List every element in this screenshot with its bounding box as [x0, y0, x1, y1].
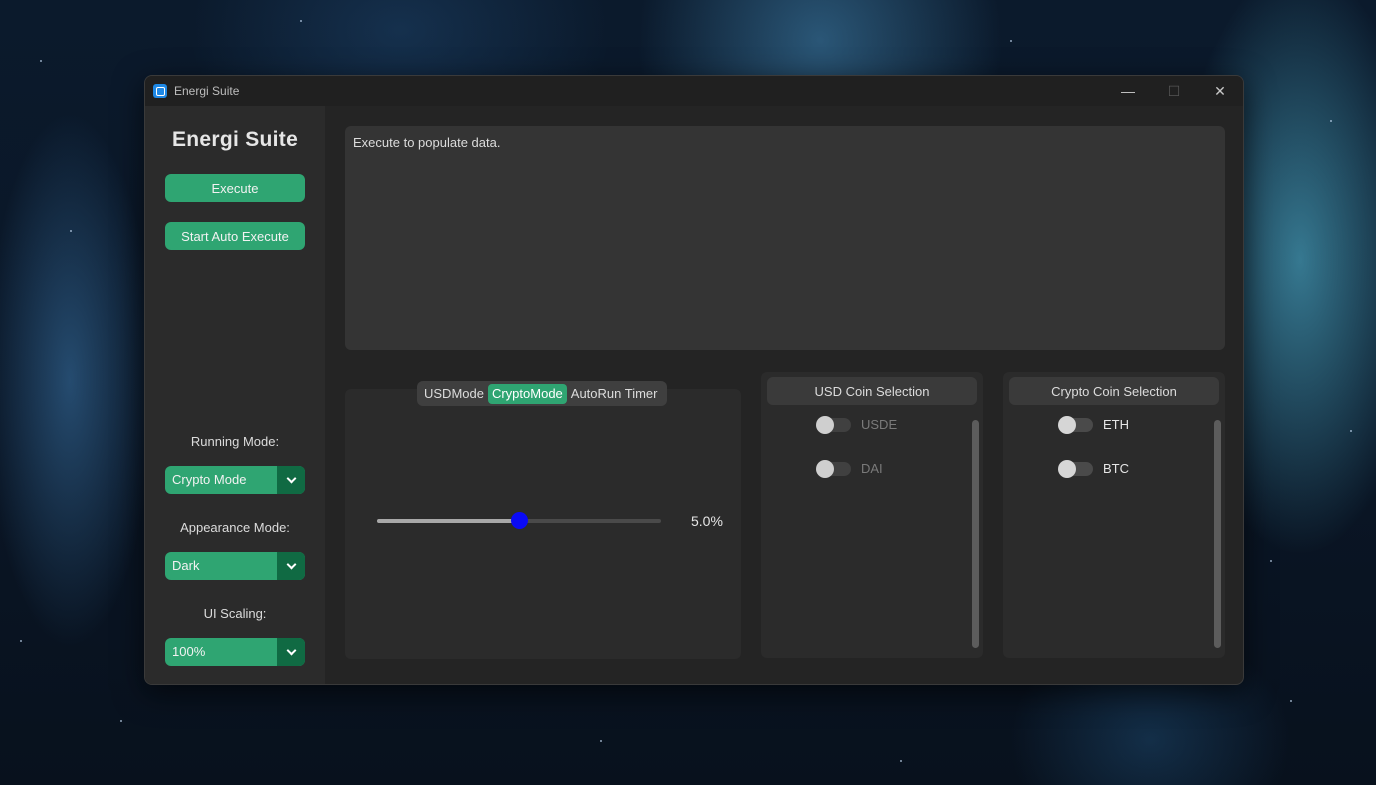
appearance-mode-label: Appearance Mode:: [180, 520, 290, 535]
ui-scaling-label: UI Scaling:: [203, 606, 267, 621]
crypto-coin-header: Crypto Coin Selection: [1009, 377, 1219, 405]
start-auto-execute-button[interactable]: Start Auto Execute: [165, 222, 305, 250]
toggle-switch[interactable]: [816, 415, 851, 434]
tab-crypto-mode[interactable]: CryptoMode: [487, 383, 567, 404]
ui-scaling-dropdown[interactable]: 100%: [165, 638, 305, 666]
btc-switch[interactable]: BTC: [1058, 459, 1129, 478]
scrollbar[interactable]: [1214, 420, 1221, 648]
mode-tabs: USDMode CryptoMode AutoRun Timer: [417, 381, 667, 406]
toggle-switch[interactable]: [1058, 459, 1093, 478]
output-textbox[interactable]: Execute to populate data.: [345, 126, 1225, 350]
close-button[interactable]: ✕: [1197, 76, 1243, 106]
percent-slider[interactable]: [377, 512, 661, 529]
toggle-switch[interactable]: [816, 459, 851, 478]
chevron-down-icon[interactable]: [277, 466, 305, 494]
maximize-button[interactable]: ☐: [1151, 76, 1197, 106]
window-title: Energi Suite: [174, 84, 240, 98]
appearance-mode-value: Dark: [172, 558, 200, 573]
running-mode-label: Running Mode:: [190, 434, 280, 449]
app-window: Energi Suite — ☐ ✕ Energi Suite Execute …: [144, 75, 1244, 685]
switch-label: DAI: [861, 461, 883, 476]
title-bar[interactable]: Energi Suite — ☐ ✕: [145, 76, 1243, 106]
slider-fill: [377, 519, 519, 523]
switch-label: BTC: [1103, 461, 1129, 476]
switch-label: ETH: [1103, 417, 1129, 432]
mode-tab-panel: [345, 389, 741, 659]
sidebar: Energi Suite Execute Start Auto Execute …: [145, 106, 325, 684]
usde-switch[interactable]: USDE: [816, 415, 898, 434]
switch-label: USDE: [861, 417, 898, 432]
dai-switch[interactable]: DAI: [816, 459, 883, 478]
crypto-coin-panel: Crypto Coin Selection ETH BTC: [1003, 372, 1225, 658]
chevron-down-icon[interactable]: [277, 552, 305, 580]
usd-coin-header: USD Coin Selection: [767, 377, 977, 405]
running-mode-value: Crypto Mode: [172, 472, 247, 487]
toggle-switch[interactable]: [1058, 415, 1093, 434]
tab-autorun-timer[interactable]: AutoRun Timer: [567, 384, 662, 404]
eth-switch[interactable]: ETH: [1058, 415, 1129, 434]
sidebar-brand-title: Energi Suite: [171, 128, 299, 151]
ui-scaling-value: 100%: [172, 644, 206, 659]
appearance-mode-dropdown[interactable]: Dark: [165, 552, 305, 580]
usd-coin-panel: USD Coin Selection USDE DAI: [761, 372, 983, 658]
scrollbar[interactable]: [972, 420, 979, 648]
slider-handle[interactable]: [511, 512, 528, 529]
chevron-down-icon[interactable]: [277, 638, 305, 666]
execute-button[interactable]: Execute: [165, 174, 305, 202]
slider-value: 5.0%: [691, 513, 723, 529]
app-icon: [153, 84, 167, 98]
minimize-button[interactable]: —: [1105, 76, 1151, 106]
running-mode-dropdown[interactable]: Crypto Mode: [165, 466, 305, 494]
tab-usd-mode[interactable]: USDMode: [420, 384, 488, 404]
window-controls: — ☐ ✕: [1105, 76, 1243, 106]
